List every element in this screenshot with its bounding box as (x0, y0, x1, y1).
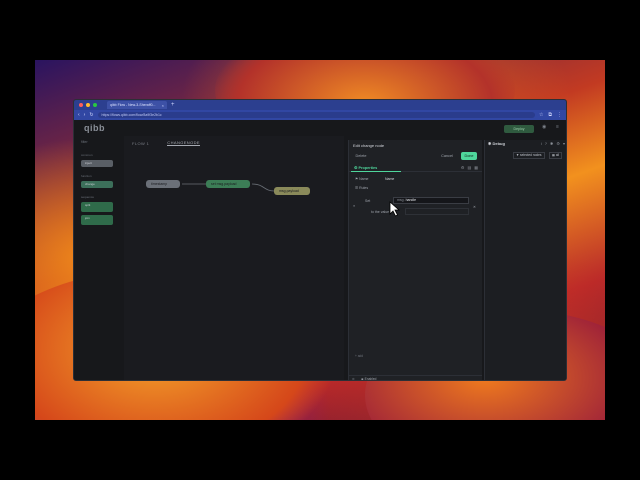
browser-toolbar: ‹ › ↻ https://flows.qibb.com/flow/8a9f3e… (74, 110, 566, 120)
name-label: ⚑ Name (355, 177, 369, 181)
debug-filter-label: selected nodes (520, 153, 542, 157)
palette-node-split[interactable]: split (81, 202, 113, 212)
description-icon[interactable]: ▤ (467, 165, 471, 170)
config-icon[interactable]: ⚙ (556, 141, 560, 146)
name-field[interactable]: Name (385, 177, 394, 181)
edit-tray-tabs: ⚙ Properties ⚙ ▤ ▦ (349, 164, 482, 172)
app-logo: qibb (84, 123, 105, 133)
appearance-icon[interactable]: ▦ (474, 165, 478, 170)
video-frame: qibb Flow - New-3-Sheraff0... × + ‹ › ↻ … (0, 0, 640, 480)
rule-action-select[interactable]: Set (365, 199, 370, 203)
debug-sidebar: ✱ Debug i ? ✱ ⚙ ▾ ▼ selected nodes ▦ all (484, 140, 566, 380)
app-area: qibb Deploy ◉ ≡ filter common inject fun… (74, 120, 566, 381)
close-window-button[interactable] (79, 103, 83, 107)
forward-icon[interactable]: › (84, 112, 86, 118)
info-icon[interactable]: i (541, 141, 542, 146)
tab-debug[interactable]: ✱ Debug (488, 141, 505, 146)
mouse-cursor-icon (389, 201, 401, 217)
browser-tab[interactable]: qibb Flow - New-3-Sheraff0... × (107, 101, 167, 109)
new-tab-button[interactable]: + (171, 101, 175, 109)
debug-clear-select[interactable]: ▦ all (549, 152, 563, 159)
debug-filter-select[interactable]: ▼ selected nodes (513, 152, 545, 159)
edit-tray-footer: ⚙ ◉ Enabled (349, 375, 482, 381)
window-controls (79, 103, 97, 107)
flow-workspace[interactable]: FLOW 1 CHANGENODE timestamp set msg.payl… (124, 136, 344, 380)
address-bar[interactable]: https://flows.qibb.com/flow/8a9f3e2b1c (97, 112, 535, 118)
back-icon[interactable]: ‹ (78, 112, 80, 118)
drag-handle-icon[interactable]: ≡ (353, 204, 355, 208)
deploy-button[interactable]: Deploy (504, 125, 534, 133)
minimize-window-button[interactable] (86, 103, 90, 107)
settings-icon[interactable]: ⚙ (461, 165, 465, 170)
rule-to-label: to the value (371, 210, 390, 214)
bookmark-icon[interactable]: ☆ (539, 112, 543, 118)
user-icon[interactable]: ◉ (542, 124, 546, 130)
maximize-window-button[interactable] (93, 103, 97, 107)
delete-button[interactable]: Delete (353, 152, 369, 160)
reload-icon[interactable]: ↻ (89, 112, 93, 118)
rules-label: ☰ Rules (355, 186, 369, 190)
node-palette: filter common inject function change seq… (78, 140, 120, 376)
menu-icon[interactable]: ≡ (556, 124, 559, 130)
rule-property-input[interactable]: msg. handle (393, 197, 469, 204)
tab-properties-label: Properties (358, 166, 378, 170)
palette-node-change[interactable]: change (81, 181, 113, 188)
edit-tray-title: Edit change node (353, 143, 385, 148)
palette-node-join[interactable]: join (81, 215, 113, 225)
debug-clear-label: all (555, 153, 560, 157)
done-button[interactable]: Done (461, 152, 477, 160)
tab-properties[interactable]: ⚙ Properties (351, 164, 401, 172)
menu-icon[interactable]: ⋮ (557, 112, 562, 118)
palette-category[interactable]: common (81, 153, 120, 157)
browser-tabbar: qibb Flow - New-3-Sheraff0... × + (74, 100, 566, 110)
add-rule-button[interactable]: + add (355, 354, 363, 358)
flow-node-change[interactable]: set msg.payload (206, 180, 250, 188)
palette-category[interactable]: sequence (81, 195, 120, 199)
cancel-button[interactable]: Cancel (439, 152, 455, 160)
palette-node-inject[interactable]: inject (81, 160, 113, 167)
rules-label-text: Rules (359, 186, 369, 190)
settings-icon[interactable]: ⚙ (352, 377, 355, 380)
remove-rule-icon[interactable]: ✕ (473, 205, 476, 209)
browser-window: qibb Flow - New-3-Sheraff0... × + ‹ › ↻ … (73, 99, 567, 381)
enabled-toggle[interactable]: ◉ Enabled (361, 377, 377, 381)
rule-prop-value: handle (405, 198, 417, 202)
rule-value-input[interactable] (405, 208, 469, 215)
close-icon[interactable]: × (162, 103, 164, 108)
extensions-icon[interactable]: ⧉ (548, 112, 552, 118)
app-header: qibb (74, 120, 566, 136)
name-label-text: Name (359, 177, 369, 181)
node-edit-tray: Edit change node Delete Cancel Done ⚙ Pr… (348, 140, 482, 381)
browser-tab-title: qibb Flow - New-3-Sheraff0... (110, 103, 156, 107)
flow-wires (181, 183, 275, 192)
palette-search-input[interactable]: filter (78, 140, 114, 146)
bug-icon[interactable]: ✱ (550, 141, 553, 146)
flow-node-inject[interactable]: timestamp (146, 180, 180, 188)
chevron-down-icon[interactable]: ▾ (563, 141, 565, 146)
help-icon[interactable]: ? (545, 141, 547, 146)
enabled-label: Enabled (364, 377, 377, 381)
flow-node-debug[interactable]: msg.payload (274, 187, 310, 195)
palette-category[interactable]: function (81, 174, 120, 178)
tab-debug-label: Debug (492, 141, 505, 146)
